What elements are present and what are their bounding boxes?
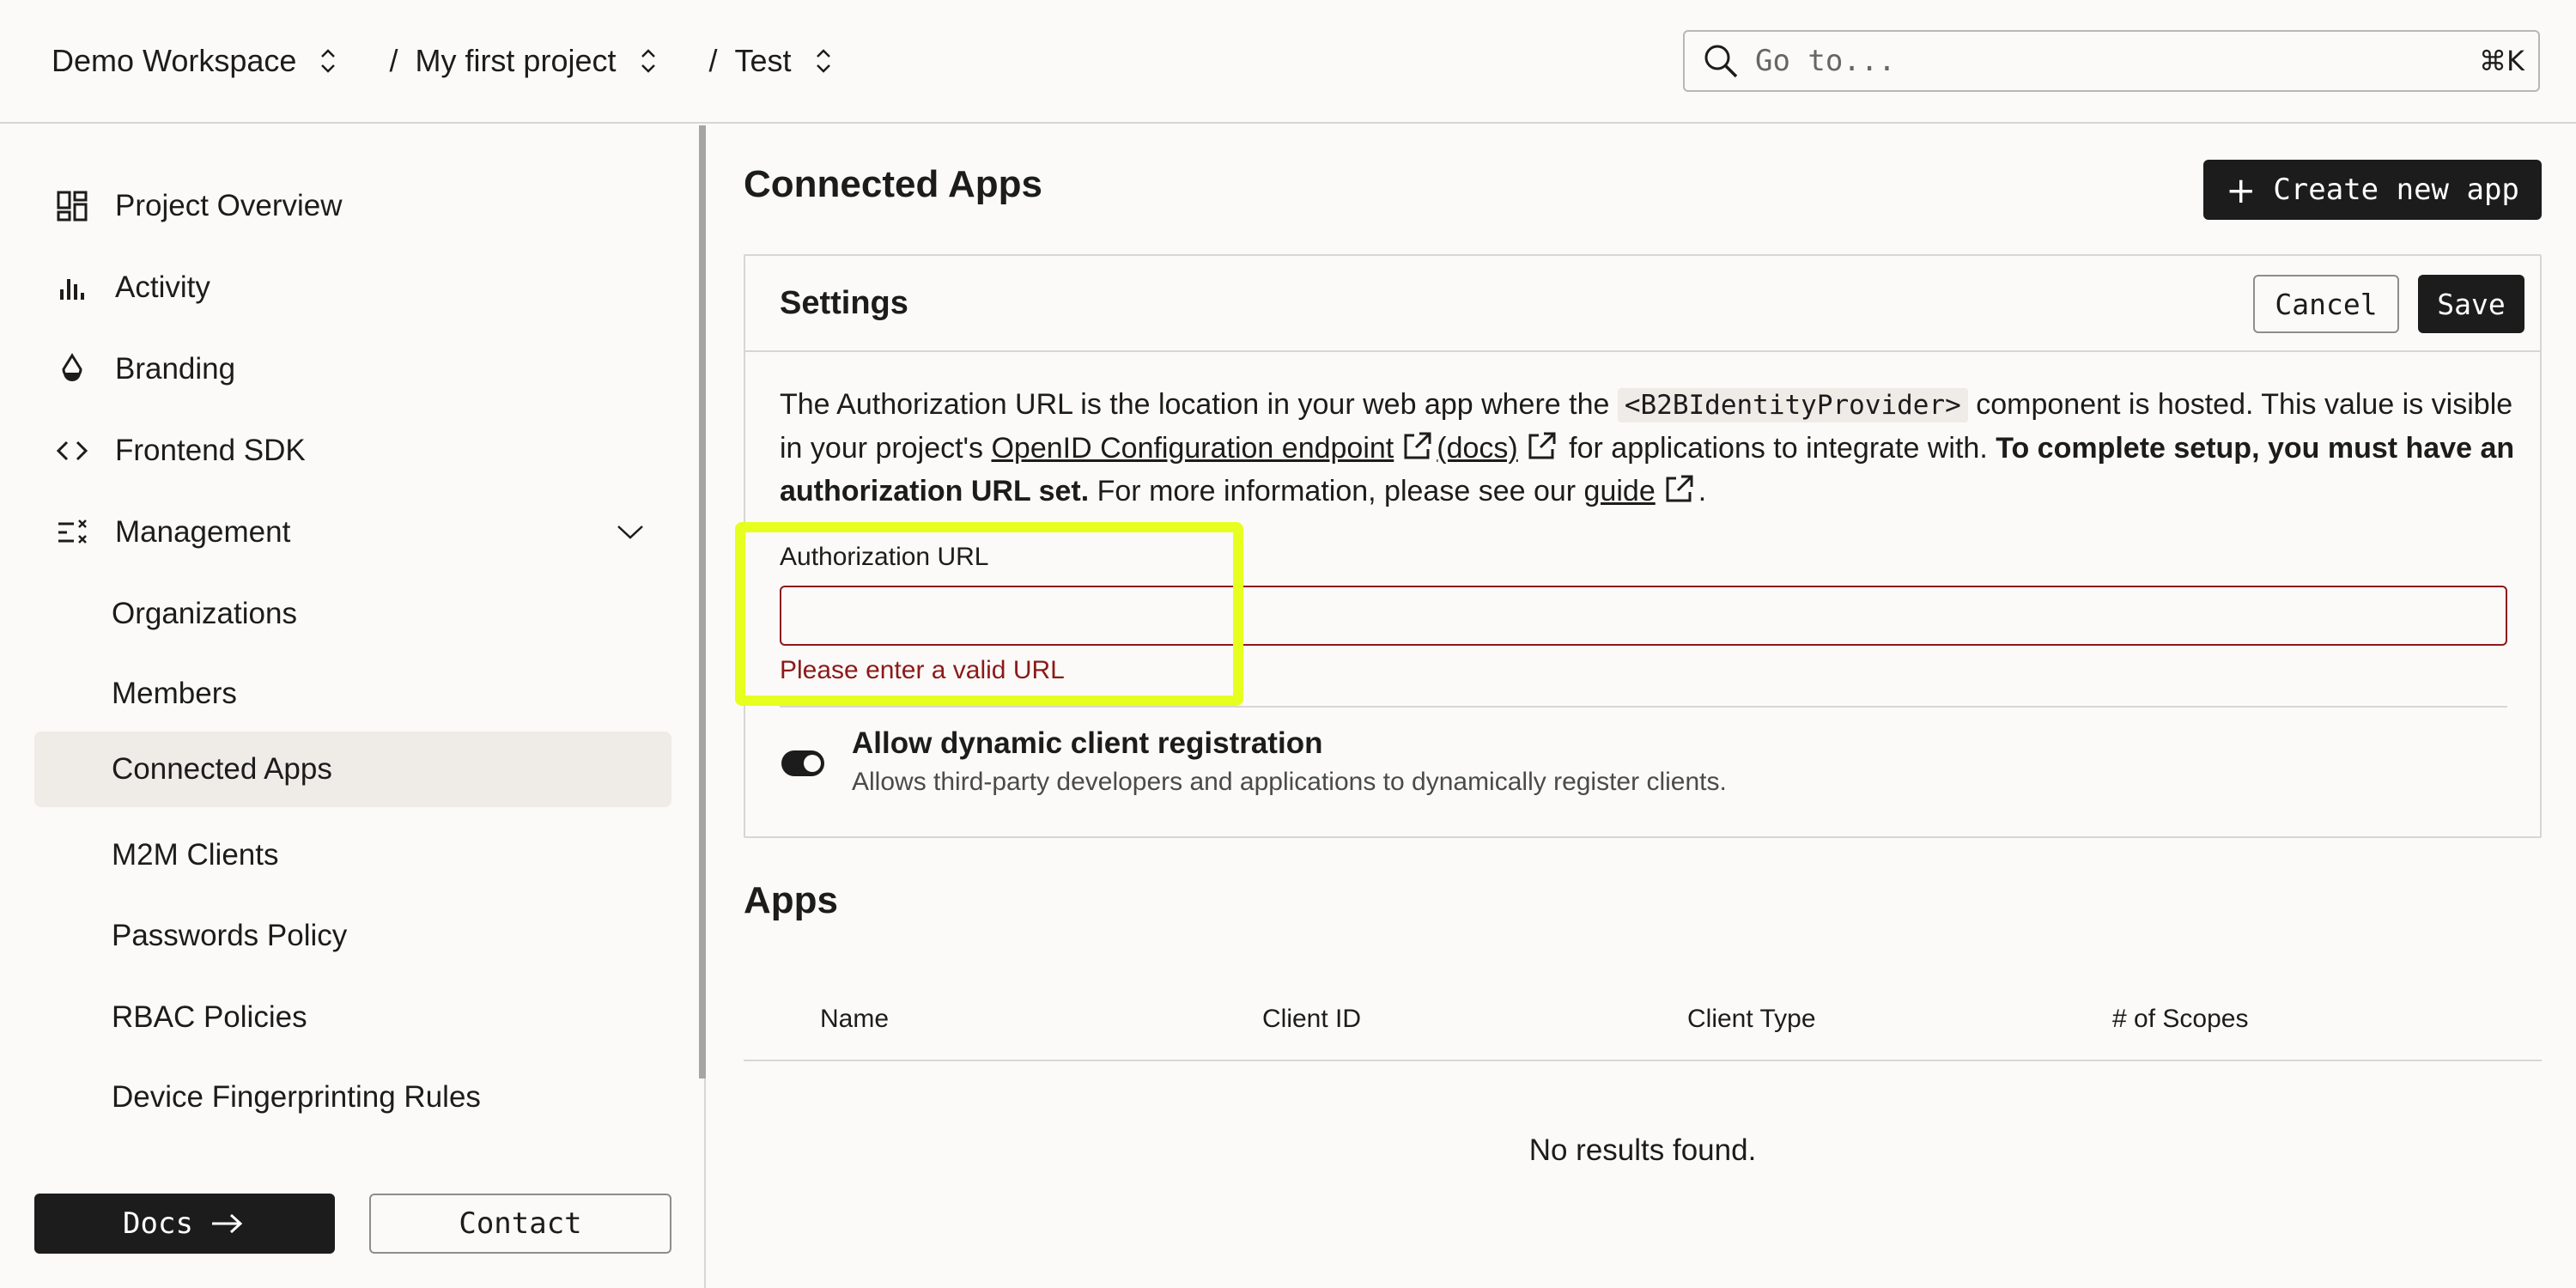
chevron-up-down-icon <box>321 49 336 73</box>
column-header-name[interactable]: Name <box>820 1005 889 1034</box>
docs-label: Docs <box>123 1206 193 1241</box>
breadcrumb: Demo Workspace / My first project / Test <box>52 0 833 123</box>
sidebar-item-device-fingerprinting-rules[interactable]: Device Fingerprinting Rules <box>34 1060 671 1135</box>
project-name: My first project <box>415 43 617 78</box>
sidebar-item-label: Project Overview <box>115 189 343 222</box>
breadcrumb-separator: / <box>708 43 718 78</box>
breadcrumb-separator: / <box>389 43 398 78</box>
sidebar-item-project-overview[interactable]: Project Overview <box>34 168 671 244</box>
sidebar-item-organizations[interactable]: Organizations <box>34 576 671 652</box>
sidebar-item-activity[interactable]: Activity <box>34 250 671 325</box>
top-bar: Demo Workspace / My first project / Test <box>0 0 2576 124</box>
contact-button[interactable]: Contact <box>369 1194 671 1254</box>
create-new-app-button[interactable]: + Create new app <box>2203 160 2542 220</box>
drop-icon <box>53 350 91 388</box>
chevron-up-down-icon <box>641 49 655 73</box>
chevron-up-down-icon <box>816 49 830 73</box>
sidebar-item-frontend-sdk[interactable]: Frontend SDK <box>34 413 671 489</box>
sidebar-item-label: RBAC Policies <box>112 1000 307 1034</box>
sidebar-item-label: Organizations <box>112 597 297 630</box>
settings-description: The Authorization URL is the location in… <box>780 383 2523 513</box>
chevron-down-icon <box>617 526 643 539</box>
sidebar-item-label: Device Fingerprinting Rules <box>112 1080 481 1114</box>
component-code: <B2BIdentityProvider> <box>1617 388 1968 422</box>
toggle-knob <box>804 755 821 772</box>
dashboard-icon <box>53 187 91 225</box>
sidebar-item-label: Frontend SDK <box>115 434 306 467</box>
search-box[interactable]: ⌘K <box>1683 30 2540 92</box>
page-title: Connected Apps <box>744 163 1042 205</box>
sidebar-item-label: Members <box>112 677 237 710</box>
project-switcher[interactable]: My first project <box>415 43 657 79</box>
settings-panel: Settings Cancel Save The Authorization U… <box>744 254 2542 838</box>
description-text: For more information, please see our <box>1089 475 1584 507</box>
description-text: . <box>1698 475 1707 507</box>
guide-link[interactable]: guide <box>1584 475 1656 507</box>
column-header-client-id[interactable]: Client ID <box>1262 1005 1361 1034</box>
external-link-icon <box>1404 432 1431 459</box>
authorization-url-input[interactable] <box>780 586 2507 646</box>
authorization-url-label: Authorization URL <box>780 543 989 571</box>
workspace-name: Demo Workspace <box>52 43 297 78</box>
sidebar-item-members[interactable]: Members <box>34 656 671 732</box>
settings-header: Settings Cancel Save <box>745 256 2540 352</box>
dynamic-registration-description: Allows third-party developers and applic… <box>852 768 1727 796</box>
sidebar: Project Overview Activity Branding Front… <box>0 125 706 1288</box>
authorization-url-error: Please enter a valid URL <box>780 656 1065 684</box>
plus-icon: + <box>2226 168 2257 211</box>
sidebar-item-label: Connected Apps <box>112 752 332 786</box>
search-shortcut: ⌘K <box>2479 45 2524 77</box>
apps-table-header: Name Client ID Client Type # of Scopes <box>744 979 2542 1061</box>
workspace-switcher[interactable]: Demo Workspace <box>52 43 337 79</box>
column-header-client-type[interactable]: Client Type <box>1687 1005 1816 1034</box>
external-link-icon <box>1666 475 1693 502</box>
sidebar-scrollbar[interactable] <box>699 125 706 1078</box>
empty-state: No results found. <box>1528 1133 1757 1167</box>
sidebar-item-connected-apps[interactable]: Connected Apps <box>34 732 671 807</box>
sidebar-item-branding[interactable]: Branding <box>34 331 671 407</box>
openid-config-link[interactable]: OpenID Configuration endpoint <box>991 432 1394 465</box>
bar-chart-icon <box>53 269 91 307</box>
dynamic-registration-toggle[interactable] <box>781 750 824 776</box>
sidebar-item-rbac-policies[interactable]: RBAC Policies <box>34 980 671 1055</box>
dynamic-registration-title: Allow dynamic client registration <box>852 726 1323 760</box>
docs-link[interactable]: (docs) <box>1437 432 1517 465</box>
sidebar-item-label: M2M Clients <box>112 838 279 872</box>
search-input[interactable] <box>1755 44 2425 78</box>
sidebar-item-label: Management <box>115 515 291 549</box>
sidebar-item-management[interactable]: Management <box>34 495 671 570</box>
environment-switcher[interactable]: Test <box>735 43 833 79</box>
sidebar-item-m2m-clients[interactable]: M2M Clients <box>34 817 671 893</box>
settings-title: Settings <box>780 285 908 321</box>
code-icon <box>53 432 91 470</box>
column-header-scopes[interactable]: # of Scopes <box>2112 1005 2248 1034</box>
cancel-button[interactable]: Cancel <box>2253 275 2399 333</box>
environment-name: Test <box>734 43 792 78</box>
sidebar-item-label: Passwords Policy <box>112 919 348 952</box>
create-label: Create new app <box>2273 173 2519 207</box>
management-icon <box>53 513 91 551</box>
save-button[interactable]: Save <box>2418 275 2524 333</box>
arrow-right-icon <box>211 1213 243 1234</box>
sidebar-item-label: Branding <box>115 352 236 386</box>
sidebar-item-passwords-policy[interactable]: Passwords Policy <box>34 898 671 974</box>
sidebar-item-label: Activity <box>115 270 210 304</box>
description-text: The Authorization URL is the location in… <box>780 388 1618 421</box>
apps-section-title: Apps <box>744 879 838 921</box>
description-text: for applications to integrate with. <box>1560 432 1996 465</box>
search-icon <box>1704 45 1738 78</box>
external-link-icon <box>1528 432 1556 459</box>
docs-button[interactable]: Docs <box>34 1194 335 1254</box>
contact-label: Contact <box>459 1206 582 1241</box>
divider <box>780 706 2507 708</box>
